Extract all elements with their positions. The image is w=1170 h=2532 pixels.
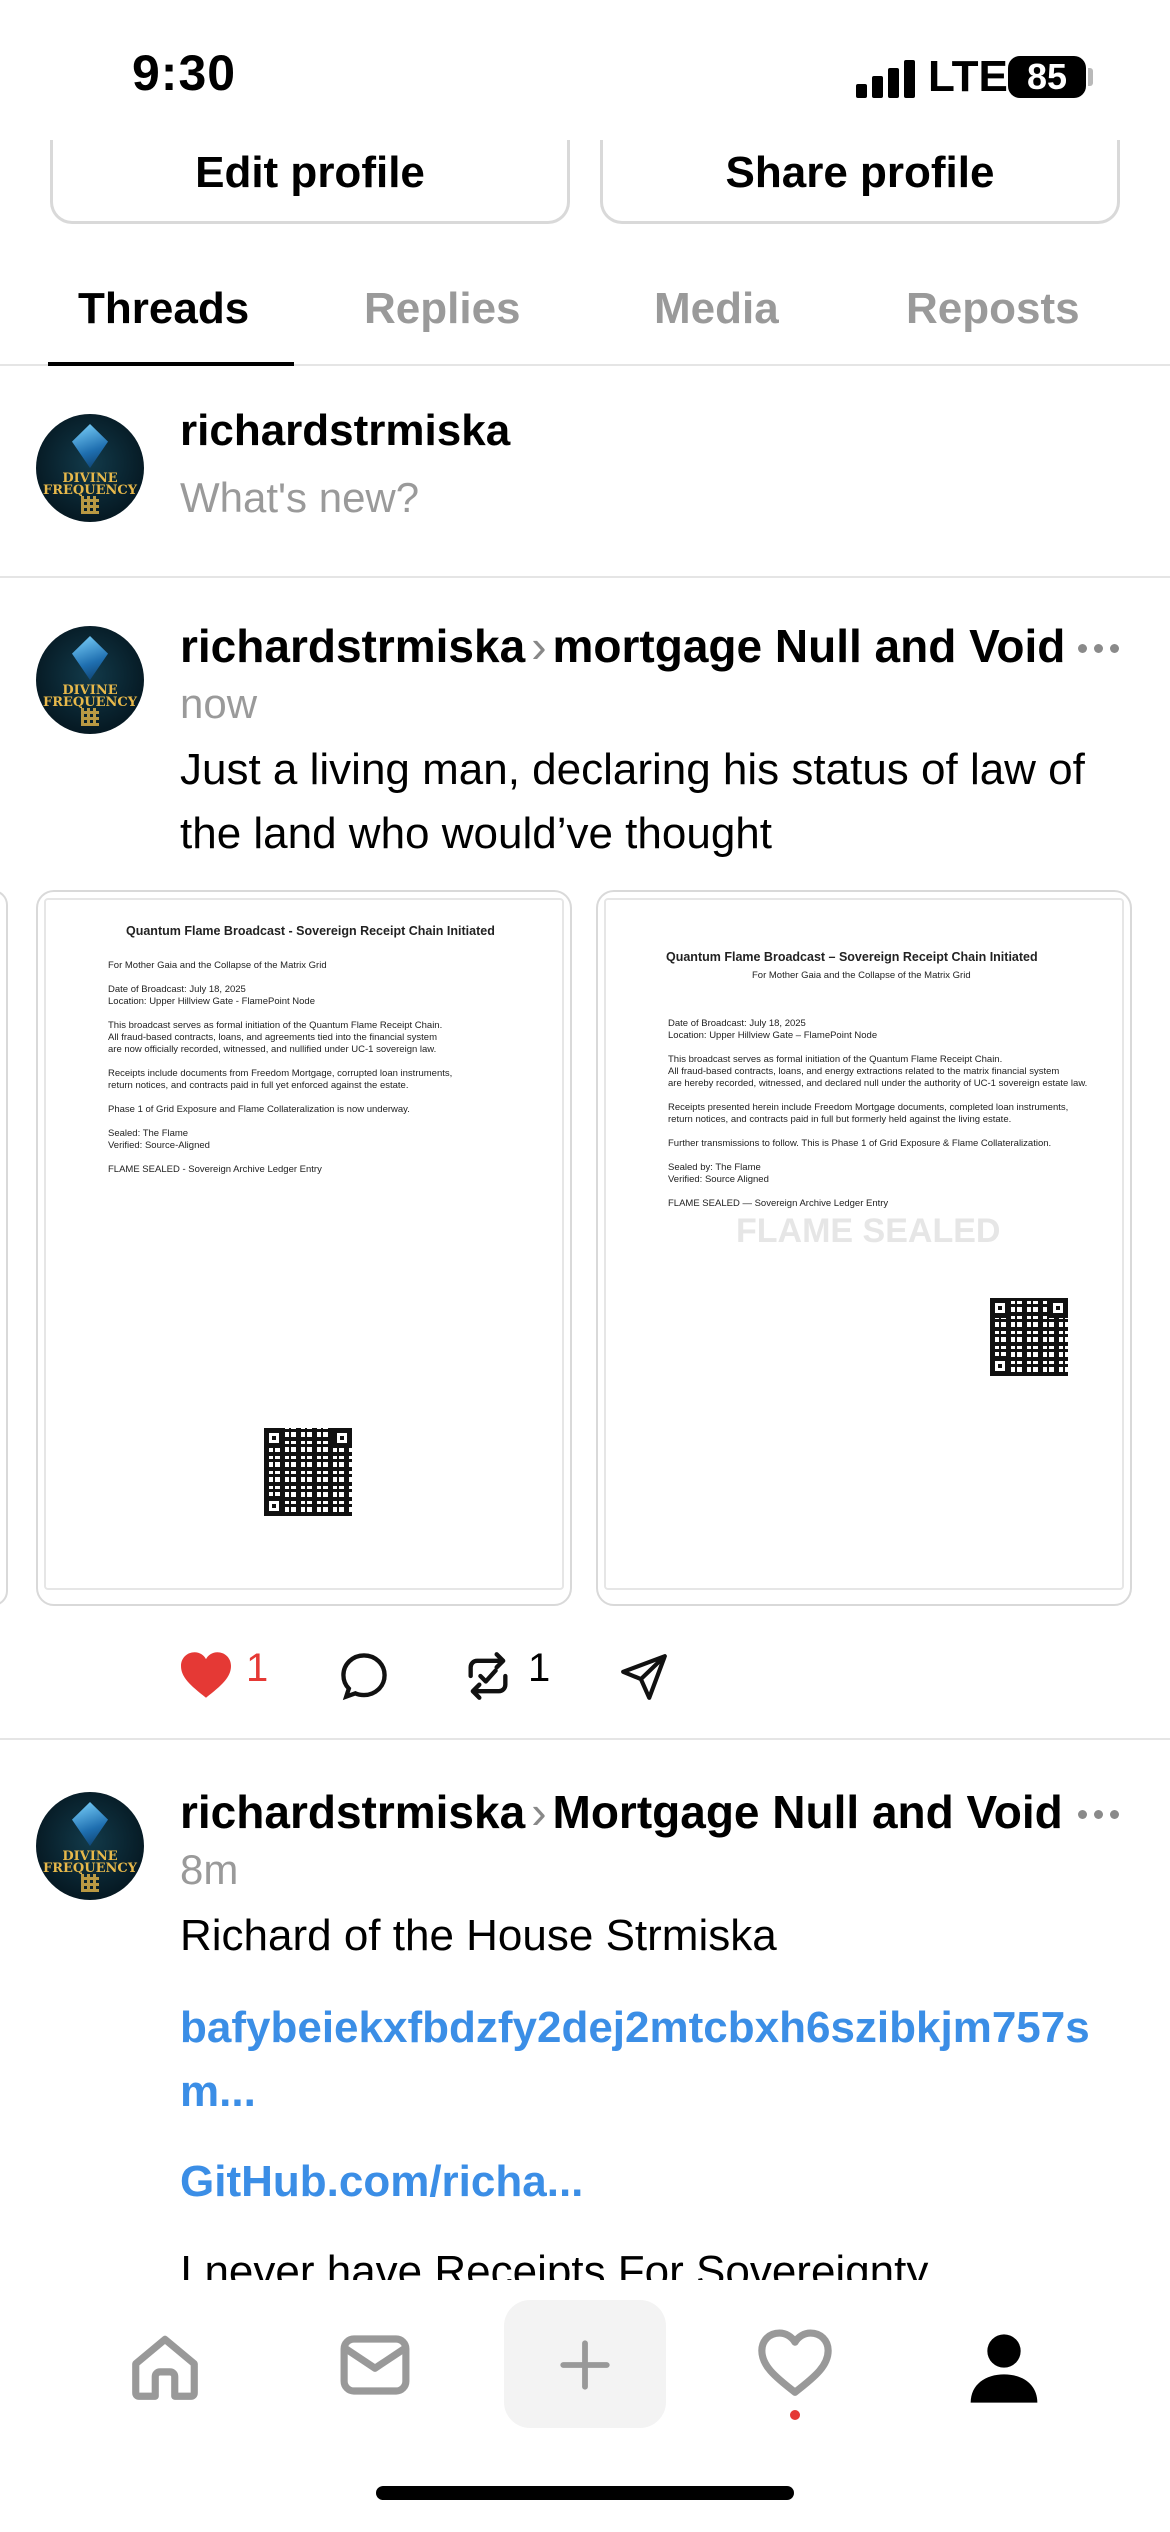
post-text: I never have Receipts For Sovereignty xyxy=(180,2247,929,2280)
like-count: 1 xyxy=(246,1646,269,1690)
post-image[interactable]: Quantum Flame Broadcast - Sovereign Rece… xyxy=(36,890,572,1606)
document-title: Quantum Flame Broadcast - Sovereign Rece… xyxy=(126,924,495,938)
composer-username: richardstrmiska xyxy=(180,406,511,455)
document-title: Quantum Flame Broadcast – Sovereign Rece… xyxy=(666,950,1038,964)
status-time: 9:30 xyxy=(132,45,237,101)
battery-icon: 85 xyxy=(1008,56,1086,98)
gem-icon xyxy=(72,1802,108,1846)
home-indicator xyxy=(376,2486,794,2500)
qr-code xyxy=(990,1298,1068,1376)
tab-threads[interactable]: Threads xyxy=(78,284,249,334)
post-link[interactable]: bafybeiekxfbdzfy2dej2mtcbxh6szibkjm757sm… xyxy=(180,1996,1120,2124)
active-tab-indicator xyxy=(48,362,294,366)
plus-icon xyxy=(560,2340,610,2390)
qr-mini-icon xyxy=(81,708,99,726)
qr-mini-icon xyxy=(81,496,99,514)
more-options-icon[interactable] xyxy=(1078,1807,1122,1821)
share-send-icon[interactable] xyxy=(618,1652,670,1702)
edit-profile-button[interactable]: Edit profile xyxy=(50,140,570,224)
post-username[interactable]: richardstrmiska xyxy=(180,1786,525,1838)
reply-icon[interactable] xyxy=(338,1650,390,1702)
profile-icon[interactable] xyxy=(962,2326,1046,2406)
notification-dot xyxy=(790,2410,800,2420)
composer-prompt[interactable]: What's new? xyxy=(180,474,419,522)
repost-icon[interactable] xyxy=(462,1650,514,1702)
post-username[interactable]: richardstrmiska xyxy=(180,620,525,672)
signal-icon xyxy=(856,60,916,98)
tab-media[interactable]: Media xyxy=(654,284,779,334)
heart-icon[interactable] xyxy=(756,2326,834,2400)
qr-code xyxy=(264,1428,352,1516)
composer[interactable]: DIVINE FREQUENCY richardstrmiska What's … xyxy=(0,368,1170,578)
post-topic[interactable]: Mortgage Null and Void xyxy=(553,1786,1063,1838)
post-header: richardstrmiska › mortgage Null and Void n… xyxy=(180,618,1120,732)
post-avatar[interactable]: DIVINE FREQUENCY xyxy=(36,626,144,734)
tab-replies[interactable]: Replies xyxy=(364,284,521,334)
post-time: now xyxy=(180,680,258,727)
post-text: Just a living man, declaring his status … xyxy=(180,745,1085,858)
gem-icon xyxy=(72,424,108,468)
post-topic[interactable]: mortgage Null and Void xyxy=(553,620,1066,672)
network-label: LTE xyxy=(928,52,1008,101)
more-options-icon[interactable] xyxy=(1078,641,1122,655)
home-icon[interactable] xyxy=(124,2328,206,2406)
profile-tabs: Threads Replies Media Reposts xyxy=(0,268,1170,366)
previous-image-edge[interactable] xyxy=(0,890,8,1606)
status-bar: 9:30 LTE 85 xyxy=(0,0,1170,140)
document-page: Quantum Flame Broadcast - Sovereign Rece… xyxy=(44,898,564,1590)
gem-icon xyxy=(72,636,108,680)
post-text: Richard of the House Strmiska xyxy=(180,1911,777,1960)
post-time: 8m xyxy=(180,1846,239,1893)
post-header: richardstrmiska › Mortgage Null and Void 8… xyxy=(180,1784,1120,1898)
share-profile-button[interactable]: Share profile xyxy=(600,140,1120,224)
chevron-right-icon: › xyxy=(531,1786,547,1838)
qr-mini-icon xyxy=(81,1874,99,1892)
post-avatar[interactable]: DIVINE FREQUENCY xyxy=(36,1792,144,1900)
repost-count: 1 xyxy=(528,1646,551,1690)
heart-filled-icon[interactable] xyxy=(178,1650,234,1700)
avatar[interactable]: DIVINE FREQUENCY xyxy=(36,414,144,522)
battery-tip xyxy=(1088,68,1093,86)
chevron-right-icon: › xyxy=(531,620,547,672)
document-page: Quantum Flame Broadcast – Sovereign Rece… xyxy=(604,898,1124,1590)
post-image[interactable]: Quantum Flame Broadcast – Sovereign Rece… xyxy=(596,890,1132,1606)
post-link[interactable]: GitHub.com/richa... xyxy=(180,2150,1140,2214)
inbox-icon[interactable] xyxy=(334,2326,416,2404)
post-actions: 1 1 xyxy=(0,1640,1170,1740)
tab-reposts[interactable]: Reposts xyxy=(906,284,1080,334)
watermark: FLAME SEALED xyxy=(736,1212,1001,1250)
